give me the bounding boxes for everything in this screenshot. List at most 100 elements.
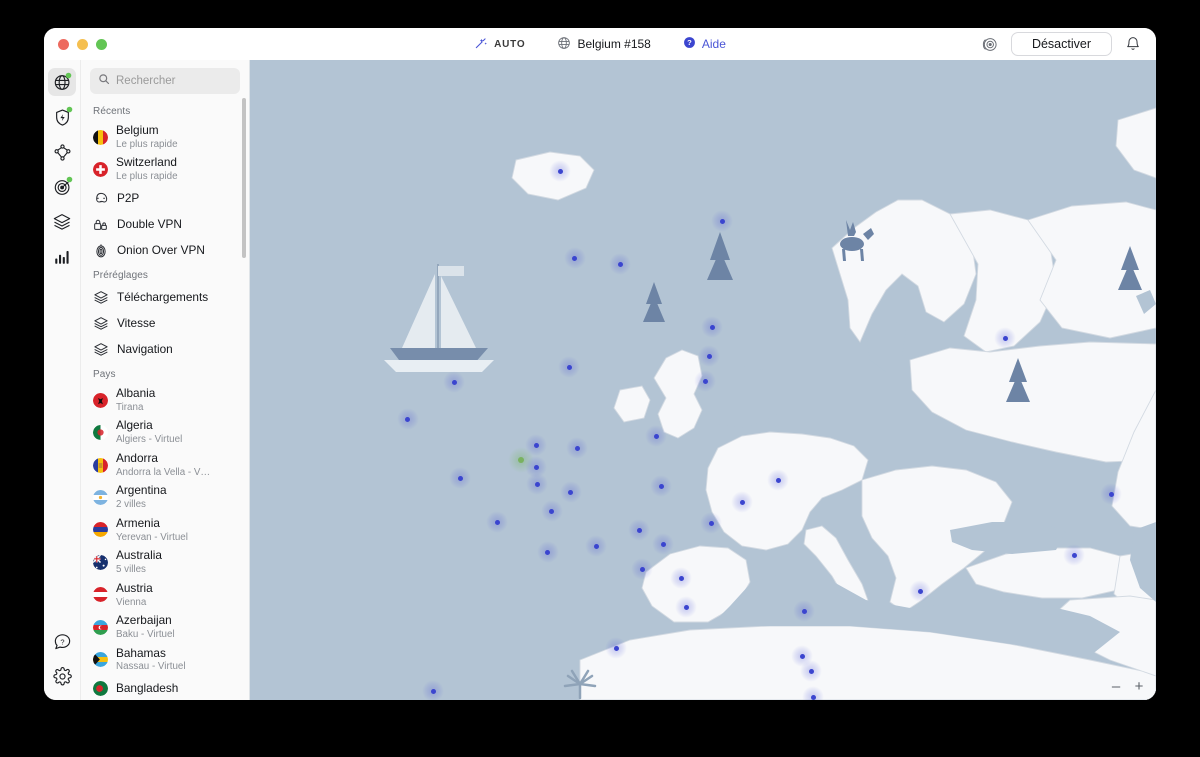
list-item-text: Argentina2 villes bbox=[116, 484, 167, 510]
zoom-in-button[interactable]: + bbox=[1132, 679, 1146, 694]
list-item-name: Bangladesh bbox=[116, 682, 178, 696]
zoom-out-button[interactable]: – bbox=[1109, 679, 1123, 694]
list-item-text: Navigation bbox=[117, 343, 173, 357]
flag-andorra bbox=[93, 458, 108, 473]
list-item-text: Double VPN bbox=[117, 218, 182, 232]
list-item-text: Vitesse bbox=[117, 317, 155, 331]
onion-icon bbox=[93, 243, 109, 259]
list-item[interactable]: Double VPN bbox=[81, 212, 249, 238]
list-item-text: Téléchargements bbox=[117, 291, 208, 305]
list-item-text: AlbaniaTirana bbox=[116, 387, 155, 413]
list-item[interactable]: Onion Over VPN bbox=[81, 238, 249, 264]
list-item-name: Andorra bbox=[116, 452, 210, 466]
list-item[interactable]: Vitesse bbox=[81, 311, 249, 337]
list-item-name: Téléchargements bbox=[117, 291, 208, 305]
layers-icon bbox=[93, 342, 109, 358]
sidebar-item-dark-web-monitor[interactable] bbox=[48, 173, 76, 201]
flag-argentina bbox=[93, 490, 108, 505]
list-item-sublabel: Le plus rapide bbox=[116, 171, 178, 183]
list-item-text: AlgeriaAlgiers - Virtuel bbox=[116, 419, 182, 445]
status-badge bbox=[65, 72, 72, 79]
list-item-text: BelgiumLe plus rapide bbox=[116, 124, 178, 150]
close-button[interactable] bbox=[58, 39, 69, 50]
sidebar-scrollbar[interactable] bbox=[242, 98, 246, 258]
list-item[interactable]: Navigation bbox=[81, 337, 249, 363]
list-item-name: Belgium bbox=[116, 124, 178, 138]
auto-label: AUTO bbox=[494, 39, 525, 50]
list-item-text: AzerbaijanBaku - Virtuel bbox=[116, 614, 175, 640]
p2p-icon bbox=[93, 191, 109, 207]
list-item[interactable]: Argentina2 villes bbox=[81, 481, 249, 513]
sidebar-item-file-storage[interactable] bbox=[48, 208, 76, 236]
status-badge bbox=[66, 106, 73, 113]
list-item[interactable]: BelgiumLe plus rapide bbox=[81, 121, 249, 153]
list-item[interactable]: Australia5 villes bbox=[81, 546, 249, 578]
list-item-name: Argentina bbox=[116, 484, 167, 498]
list-item-name: P2P bbox=[117, 192, 139, 206]
list-item-text: Australia5 villes bbox=[116, 549, 162, 575]
bell-icon[interactable] bbox=[1122, 33, 1144, 55]
list-item-name: Azerbaijan bbox=[116, 614, 175, 628]
flag-austria bbox=[93, 587, 108, 602]
list-item[interactable]: AlgeriaAlgiers - Virtuel bbox=[81, 416, 249, 448]
rail-help-button[interactable]: ? bbox=[48, 627, 76, 655]
current-server[interactable]: Belgium #158 bbox=[541, 34, 666, 55]
list-item[interactable]: AlbaniaTirana bbox=[81, 384, 249, 416]
disconnect-button[interactable]: Désactiver bbox=[1011, 32, 1112, 56]
list-item-name: Switzerland bbox=[116, 156, 178, 170]
globe-icon bbox=[557, 36, 571, 53]
list-item-text: Bangladesh bbox=[116, 682, 178, 696]
list-item-sublabel: Vienna bbox=[116, 597, 153, 609]
list-item[interactable]: AzerbaijanBaku - Virtuel bbox=[81, 611, 249, 643]
list-item-text: SwitzerlandLe plus rapide bbox=[116, 156, 178, 182]
search-input[interactable] bbox=[116, 75, 232, 87]
location-list[interactable]: RécentsBelgiumLe plus rapideSwitzerlandL… bbox=[81, 100, 249, 700]
list-item[interactable]: SwitzerlandLe plus rapide bbox=[81, 153, 249, 185]
toolbar-right: Désactiver bbox=[979, 32, 1144, 56]
list-item-name: Albania bbox=[116, 387, 155, 401]
world-map[interactable]: .land { fill:#f7f8fa; stroke:#d3dae2; st… bbox=[250, 60, 1156, 700]
sidebar-item-vpn-globe[interactable] bbox=[48, 68, 76, 96]
server-label: Belgium #158 bbox=[577, 37, 650, 51]
flag-algeria bbox=[93, 425, 108, 440]
flag-bahamas bbox=[93, 652, 108, 667]
search-box[interactable] bbox=[90, 68, 240, 94]
list-item[interactable]: BahamasNassau - Virtuel bbox=[81, 644, 249, 676]
app-window: AUTO Belgium #158 ? bbox=[44, 28, 1156, 700]
layers-icon bbox=[93, 316, 109, 332]
list-item-text: BahamasNassau - Virtuel bbox=[116, 647, 186, 673]
svg-text:?: ? bbox=[60, 637, 64, 646]
help-link[interactable]: ? Aide bbox=[667, 34, 742, 54]
flag-belgium bbox=[93, 130, 108, 145]
threat-protection-icon[interactable] bbox=[979, 33, 1001, 55]
help-label: Aide bbox=[702, 37, 726, 51]
list-item-text: Onion Over VPN bbox=[117, 244, 205, 258]
list-item[interactable]: Téléchargements bbox=[81, 285, 249, 311]
list-item-sublabel: Le plus rapide bbox=[116, 139, 178, 151]
list-item-name: Australia bbox=[116, 549, 162, 563]
maximize-button[interactable] bbox=[96, 39, 107, 50]
list-item[interactable]: Bangladesh bbox=[81, 676, 249, 700]
sidebar: RécentsBelgiumLe plus rapideSwitzerlandL… bbox=[81, 60, 250, 700]
sidebar-item-threat-protection[interactable] bbox=[48, 103, 76, 131]
search-icon bbox=[98, 72, 110, 90]
rail-settings-button[interactable] bbox=[48, 662, 76, 690]
list-item[interactable]: P2P bbox=[81, 186, 249, 212]
sidebar-item-meshnet[interactable] bbox=[48, 138, 76, 166]
section-title: Pays bbox=[81, 363, 249, 384]
icon-rail: ? bbox=[44, 60, 81, 700]
titlebar: AUTO Belgium #158 ? bbox=[44, 28, 1156, 60]
list-item[interactable]: AndorraAndorra la Vella - V… bbox=[81, 449, 249, 481]
list-item-name: Armenia bbox=[116, 517, 188, 531]
list-item-sublabel: 5 villes bbox=[116, 564, 162, 576]
flag-bangladesh bbox=[93, 681, 108, 696]
list-item[interactable]: AustriaVienna bbox=[81, 579, 249, 611]
list-item[interactable]: ArmeniaYerevan - Virtuel bbox=[81, 514, 249, 546]
list-item-text: AustriaVienna bbox=[116, 582, 153, 608]
list-item-sublabel: Tirana bbox=[116, 402, 155, 414]
layers-icon bbox=[93, 290, 109, 306]
sidebar-item-statistics[interactable] bbox=[48, 243, 76, 271]
flag-australia bbox=[93, 555, 108, 570]
minimize-button[interactable] bbox=[77, 39, 88, 50]
auto-connect-status[interactable]: AUTO bbox=[458, 34, 541, 55]
